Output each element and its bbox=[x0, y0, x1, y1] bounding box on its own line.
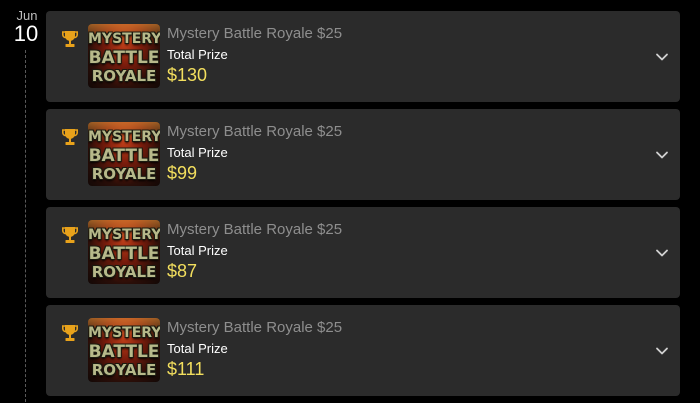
thumbnail-line-2: BATTLE bbox=[88, 342, 160, 362]
game-thumbnail: MYSTERY BATTLE ROYALE bbox=[88, 24, 160, 88]
trophy-icon bbox=[62, 227, 78, 243]
game-thumbnail: MYSTERY BATTLE ROYALE bbox=[88, 220, 160, 284]
prize-label: Total Prize bbox=[167, 243, 228, 258]
thumbnail-line-1: MYSTERY bbox=[88, 129, 160, 145]
prize-label: Total Prize bbox=[167, 47, 228, 62]
prize-value: $111 bbox=[167, 359, 205, 379]
tournament-card[interactable]: MYSTERY BATTLE ROYALE Mystery Battle Roy… bbox=[46, 305, 680, 396]
thumbnail-line-1: MYSTERY bbox=[88, 325, 160, 341]
trophy-icon bbox=[62, 325, 78, 341]
prize-value: $99 bbox=[167, 163, 198, 183]
game-thumbnail: MYSTERY BATTLE ROYALE bbox=[88, 318, 160, 382]
page: { "date": { "month": "Jun", "day": "10" … bbox=[0, 0, 700, 402]
chevron-down-icon[interactable] bbox=[654, 343, 670, 359]
prize-label: Total Prize bbox=[167, 341, 228, 356]
tournament-title: Mystery Battle Royale $25 bbox=[167, 221, 343, 238]
tournament-card[interactable]: MYSTERY BATTLE ROYALE Mystery Battle Roy… bbox=[46, 109, 680, 200]
thumbnail-line-3: ROYALE bbox=[91, 165, 157, 183]
thumbnail-line-2: BATTLE bbox=[88, 244, 160, 264]
date-column: Jun 10 bbox=[0, 0, 46, 402]
tournament-title: Mystery Battle Royale $25 bbox=[167, 25, 343, 42]
thumbnail-line-2: BATTLE bbox=[88, 48, 160, 68]
chevron-down-icon[interactable] bbox=[654, 49, 670, 65]
tournament-list: MYSTERY BATTLE ROYALE Mystery Battle Roy… bbox=[46, 11, 680, 403]
prize-value: $87 bbox=[167, 261, 198, 281]
game-thumbnail: MYSTERY BATTLE ROYALE bbox=[88, 122, 160, 186]
thumbnail-line-3: ROYALE bbox=[91, 361, 157, 379]
thumbnail-line-1: MYSTERY bbox=[88, 227, 160, 243]
prize-value: $130 bbox=[167, 65, 208, 85]
trophy-icon bbox=[62, 31, 78, 47]
thumbnail-line-3: ROYALE bbox=[91, 67, 157, 85]
chevron-down-icon[interactable] bbox=[654, 147, 670, 163]
date-day: 10 bbox=[13, 21, 39, 46]
trophy-icon bbox=[62, 129, 78, 145]
thumbnail-line-3: ROYALE bbox=[91, 263, 157, 281]
tournament-title: Mystery Battle Royale $25 bbox=[167, 123, 343, 140]
chevron-down-icon[interactable] bbox=[654, 245, 670, 261]
tournament-card[interactable]: MYSTERY BATTLE ROYALE Mystery Battle Roy… bbox=[46, 11, 680, 102]
timeline-line bbox=[25, 50, 26, 402]
tournament-card[interactable]: MYSTERY BATTLE ROYALE Mystery Battle Roy… bbox=[46, 207, 680, 298]
thumbnail-line-2: BATTLE bbox=[88, 146, 160, 166]
tournament-title: Mystery Battle Royale $25 bbox=[167, 319, 343, 336]
prize-label: Total Prize bbox=[167, 145, 228, 160]
thumbnail-line-1: MYSTERY bbox=[88, 31, 160, 47]
